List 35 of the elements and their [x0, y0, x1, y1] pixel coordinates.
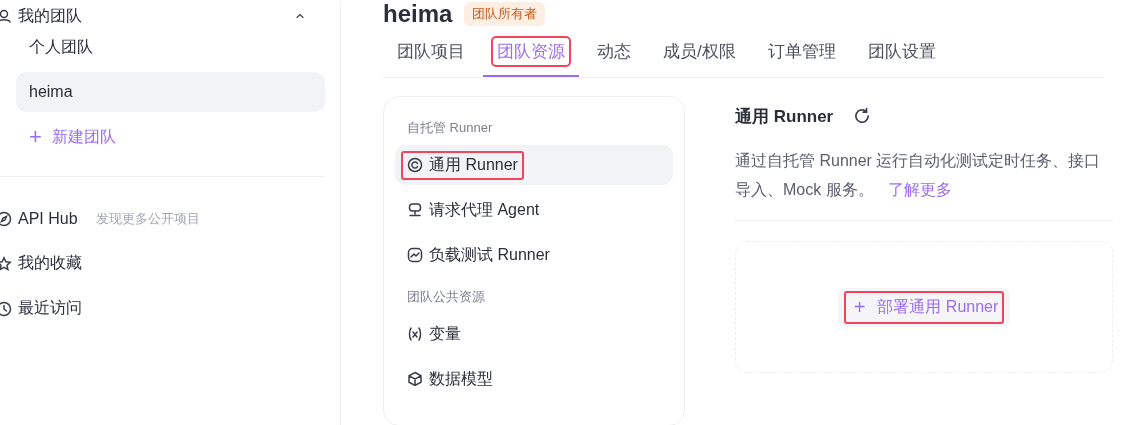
- cube-icon: [407, 371, 423, 387]
- role-badge: 团队所有者: [464, 2, 546, 26]
- tab[interactable]: 团队项目: [383, 32, 479, 77]
- resource-item[interactable]: 通用 Runner: [395, 145, 673, 185]
- plus-icon: +: [29, 124, 42, 150]
- tab[interactable]: 成员/权限: [649, 32, 750, 77]
- tab[interactable]: 团队资源: [483, 32, 579, 77]
- group-heading: 团队公共资源: [406, 288, 486, 306]
- refresh-icon: [853, 107, 872, 125]
- resource-item[interactable]: 负载测试 Runner: [395, 235, 673, 275]
- description: 通过自托管 Runner 运行自动化测试定时任务、接口导入、Mock 服务。 了解更多: [735, 146, 1113, 221]
- nav-link[interactable]: API Hub: [18, 209, 78, 228]
- resource-item[interactable]: 数据模型: [395, 359, 673, 399]
- chart-icon: [407, 247, 423, 263]
- team-item[interactable]: heima: [16, 72, 325, 112]
- star-icon: [0, 255, 12, 272]
- variable-icon: [407, 326, 423, 342]
- team-item[interactable]: 个人团队: [16, 27, 325, 67]
- nav-link[interactable]: 最近访问: [18, 298, 82, 319]
- compass-icon: [0, 210, 12, 227]
- section-title-text: 我的团队: [18, 5, 82, 26]
- clock-icon: [0, 300, 12, 317]
- tab[interactable]: 动态: [583, 32, 645, 77]
- resource-item[interactable]: 变量: [395, 314, 673, 354]
- nav-link[interactable]: 我的收藏: [18, 253, 82, 274]
- new-team-link[interactable]: 新建团队: [51, 126, 116, 148]
- learn-more-link[interactable]: 了解更多: [887, 181, 952, 198]
- nav-hint: 发现更多公开项目: [95, 209, 200, 228]
- tab[interactable]: 订单管理: [753, 32, 850, 77]
- resource-item[interactable]: 请求代理 Agent: [395, 190, 673, 230]
- server-icon: [407, 202, 423, 218]
- tab[interactable]: 团队设置: [853, 32, 950, 77]
- detail-title: 通用 Runner: [735, 105, 834, 128]
- team-title: heima: [383, 0, 453, 28]
- group-heading: 自托管 Runner: [406, 119, 494, 137]
